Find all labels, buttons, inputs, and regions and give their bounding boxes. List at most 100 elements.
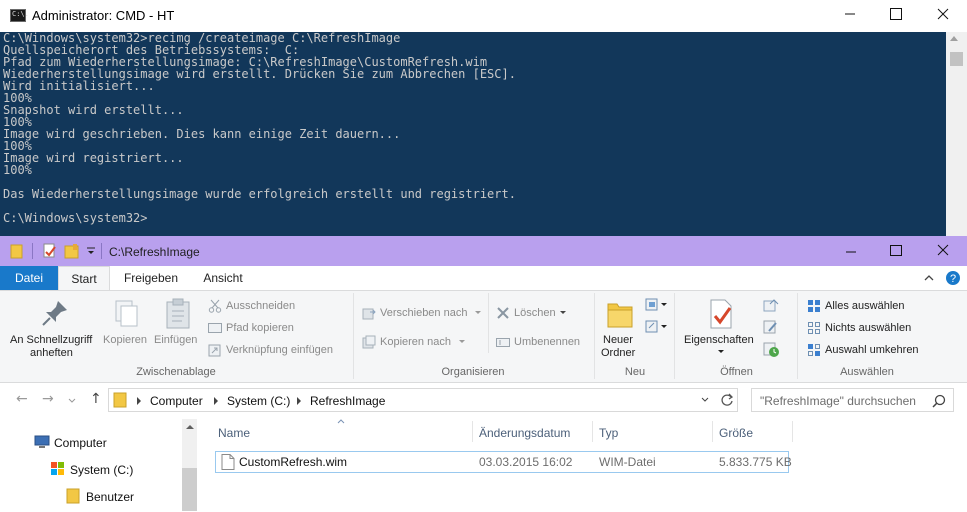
file-date: 03.03.2015 16:02 [479,455,573,469]
paste-button[interactable]: Einfügen [152,296,204,352]
file-type: WIM-Datei [599,455,656,469]
file-icon [221,454,235,470]
tab-freigeben[interactable]: Freigeben [112,266,190,290]
column-separator[interactable] [792,421,793,442]
open-icon[interactable] [763,298,781,312]
breadcrumb-chevron-icon[interactable] [214,397,218,405]
nav-item-system-c[interactable]: System (C:) [50,461,170,479]
copy-path-button[interactable]: Pfad kopieren [207,320,347,336]
cmd-close-button[interactable] [920,0,966,28]
back-arrow-icon[interactable]: ← [16,391,28,407]
search-icon[interactable] [932,394,946,408]
tab-ansicht[interactable]: Ansicht [190,266,256,290]
explorer-maximize-button[interactable] [873,236,919,264]
breadcrumb-chevron-icon[interactable] [137,397,141,405]
new-folder-button[interactable]: Neuer Ordner [598,296,642,360]
explorer-minimize-button[interactable] [828,236,874,264]
path-icon [208,323,222,333]
recent-locations-chevron-icon[interactable] [68,398,76,404]
column-separator[interactable] [592,421,593,442]
rename-icon [496,338,510,347]
chevron-down-icon [560,311,566,314]
cut-button[interactable]: Ausschneiden [207,298,347,314]
paste-shortcut-button[interactable]: Verknüpfung einfügen [207,342,347,358]
pin-icon [42,301,67,326]
copy-to-button[interactable]: Kopieren nach [361,334,483,350]
properties-button[interactable]: Eigenschaften [680,296,760,360]
qat-dropdown-icon[interactable] [85,243,97,259]
nav-item-computer[interactable]: Computer [34,434,154,452]
cmd-scrollbar-thumb[interactable] [950,52,963,66]
cmd-console-output[interactable]: C:\Windows\system32>recimg /createimage … [3,32,943,236]
ribbon-group-separator [353,293,354,379]
move-to-button[interactable]: Verschieben nach [361,305,483,321]
delete-x-icon [497,307,509,319]
column-separator[interactable] [472,421,473,442]
new-item-dropdown-icon[interactable] [645,298,669,312]
address-dropdown-icon[interactable] [701,397,709,403]
select-all-label: Alles auswählen [825,300,905,312]
qat-separator [32,243,33,259]
chevron-up-icon[interactable] [923,272,935,284]
select-all-icon [808,300,820,312]
explorer-window-title: C:\RefreshImage [109,245,200,259]
forward-arrow-icon[interactable]: → [42,391,54,407]
new-folder-label-line1: Neuer [603,334,633,346]
select-none-label: Nichts auswählen [825,322,912,334]
explorer-close-button[interactable] [920,236,966,264]
rename-button[interactable]: Umbenennen [495,334,585,350]
refresh-icon[interactable] [720,393,734,407]
rename-label: Umbenennen [514,336,581,348]
move-icon [362,308,376,320]
properties-check-icon[interactable] [42,243,58,259]
pin-label-line2: anheften [30,347,73,359]
cmd-maximize-button[interactable] [873,0,919,28]
nav-scrollbar-thumb[interactable] [182,468,197,511]
select-all-button[interactable]: Alles auswählen [806,298,926,314]
ribbon-group-separator [674,293,675,379]
sort-ascending-icon [337,419,345,424]
maximize-icon [890,8,902,20]
column-separator[interactable] [712,421,713,442]
edit-icon[interactable] [763,320,779,334]
cmd-icon-text: C:\. [12,10,29,18]
shortcut-icon [208,344,221,357]
close-icon [937,8,949,20]
column-header-name[interactable]: Name [218,426,250,440]
delete-button[interactable]: Löschen [495,305,585,321]
breadcrumb-system-c[interactable]: System (C:) [227,394,290,408]
cmd-window-title: Administrator: CMD - HT [32,8,175,23]
nav-item-benutzer[interactable]: Benutzer [66,488,186,506]
computer-icon [34,435,50,448]
breadcrumb-chevron-icon[interactable] [297,397,301,405]
breadcrumb-refreshimage[interactable]: RefreshImage [310,394,385,408]
ribbon-subseparator [488,293,489,353]
pin-label-line1: An Schnellzugriff [10,334,93,346]
select-none-button[interactable]: Nichts auswählen [806,320,926,336]
new-folder-icon[interactable] [64,243,80,259]
tab-datei[interactable]: Datei [0,266,58,290]
folder-icon [66,488,80,504]
breadcrumb-computer[interactable]: Computer [150,394,203,408]
easy-access-dropdown-icon[interactable] [645,320,669,334]
copy-to-label: Kopieren nach [380,336,451,348]
scroll-up-arrow-icon[interactable] [186,424,194,430]
copy-button[interactable]: Kopieren [102,296,152,352]
help-icon[interactable]: ? [945,270,961,286]
column-header-date[interactable]: Änderungsdatum [479,426,570,440]
new-folder-icon [607,303,633,328]
up-arrow-icon[interactable]: ↑ [90,391,102,407]
tab-start[interactable]: Start [58,266,110,290]
column-header-size[interactable]: Größe [719,426,753,440]
cmd-minimize-button[interactable] [827,0,873,28]
pin-to-quick-access-button[interactable]: An Schnellzugriff anheften [4,294,104,364]
ribbon-group-separator [594,293,595,379]
group-label-open: Öffnen [720,366,753,378]
nav-item-system-label: System (C:) [70,463,134,477]
scroll-up-arrow-icon[interactable] [950,36,958,41]
history-icon[interactable] [763,342,781,358]
file-name[interactable]: CustomRefresh.wim [239,455,347,469]
file-size: 5.833.775 KB [719,455,792,469]
column-header-type[interactable]: Typ [599,426,618,440]
invert-selection-button[interactable]: Auswahl umkehren [806,342,930,358]
